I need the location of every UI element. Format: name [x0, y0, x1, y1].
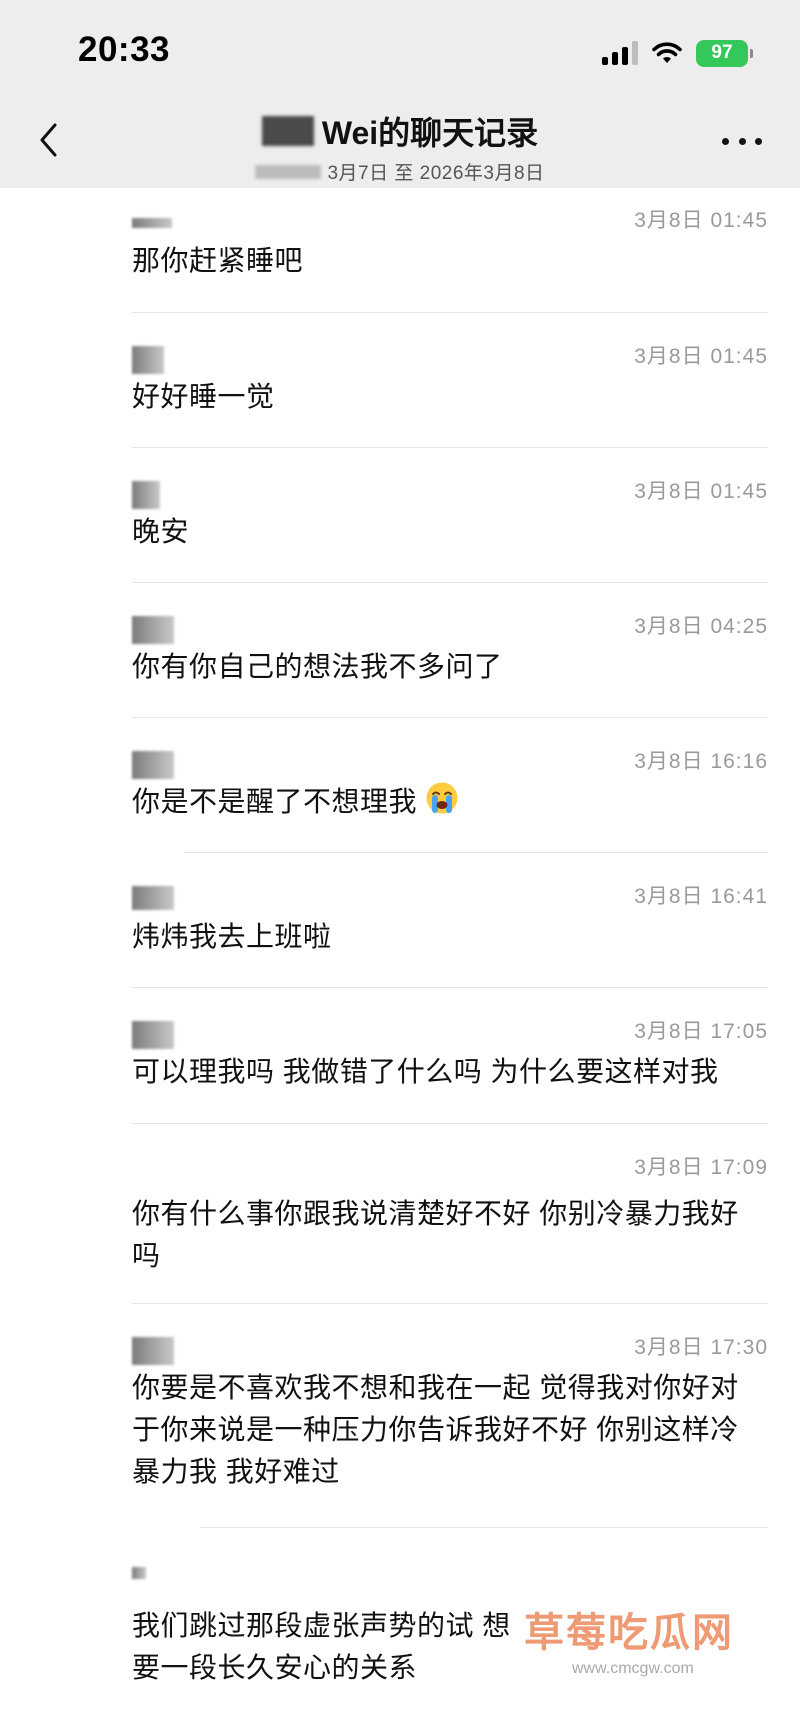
divider — [132, 987, 768, 988]
header: Wei的聊天记录 3月7日 至 2026年3月8日 — [0, 108, 800, 185]
divider — [132, 447, 768, 448]
message-text: 那你赶紧睡吧 — [132, 245, 304, 276]
watermark-name: 草莓吃瓜网 — [524, 1611, 734, 1655]
top-bar: 20:33 97 Wei的聊天记录 3月7日 至 2026年3月8日 — [0, 0, 800, 188]
avatar — [132, 1567, 146, 1579]
divider — [200, 1527, 768, 1528]
redacted-year — [255, 164, 322, 179]
avatar — [132, 481, 160, 509]
message-time: 3月8日 01:45 — [634, 480, 768, 503]
avatar — [132, 218, 172, 228]
message-time: 3月8日 01:45 — [634, 209, 768, 232]
message-time: 3月8日 04:25 — [634, 615, 768, 638]
redacted-name — [261, 116, 314, 146]
message-time: 3月8日 17:30 — [634, 1336, 768, 1359]
message-text: 我们跳过那段虚张声势的试 想要一段长久安心的关系 — [132, 1610, 511, 1683]
message-time: 3月8日 17:05 — [634, 1020, 768, 1043]
status-time: 20:33 — [78, 30, 171, 69]
wifi-icon — [652, 42, 682, 63]
more-dot — [738, 137, 746, 145]
avatar — [132, 886, 174, 910]
message-text: 你有你自己的想法我不多问了 — [132, 651, 503, 682]
avatar — [132, 751, 174, 779]
message-text: 你有什么事你跟我说清楚好不好 你别冷暴力我好吗 — [132, 1198, 739, 1271]
more-dot — [722, 137, 729, 145]
message-text: 可以理我吗 我做错了什么吗 为什么要这样对我 — [132, 1056, 719, 1087]
avatar — [132, 616, 174, 644]
watermark-url: www.cmcgw.com — [572, 1660, 694, 1677]
message-text: 晚安 — [132, 516, 190, 547]
message-time: 3月8日 17:09 — [634, 1156, 768, 1179]
loudly-crying-face-icon — [426, 782, 458, 814]
avatar — [132, 346, 164, 374]
more-dot — [755, 137, 762, 145]
cellular-signal-icon — [602, 41, 638, 65]
divider — [132, 312, 768, 313]
battery-icon: 97 — [696, 39, 753, 67]
avatar — [132, 1337, 174, 1365]
divider — [132, 717, 768, 718]
message-text: 炜炜我去上班啦 — [132, 921, 332, 952]
message-time: 3月8日 16:16 — [634, 750, 768, 773]
divider — [184, 852, 768, 853]
message-text: 好好睡一觉 — [132, 381, 275, 412]
message-time: 3月8日 01:45 — [634, 345, 768, 368]
battery-level: 97 — [711, 42, 733, 63]
status-icons: 97 — [602, 38, 753, 68]
more-button[interactable] — [722, 126, 762, 156]
divider — [132, 1303, 768, 1304]
divider — [132, 582, 768, 583]
message-text: 你要是不喜欢我不想和我在一起 觉得我对你好对于你来说是一种压力你告诉我好不好 你… — [132, 1372, 739, 1487]
watermark: 草莓吃瓜网 www.cmcgw.com — [502, 1600, 800, 1710]
date-range: 3月7日 至 2026年3月8日 — [327, 163, 545, 184]
page-title: Wei的聊天记录 — [321, 115, 539, 151]
avatar — [132, 1021, 174, 1049]
message-text: 你是不是醒了不想理我 — [132, 781, 772, 823]
message-time: 3月8日 16:41 — [634, 885, 768, 908]
divider — [132, 1123, 768, 1124]
message-text-content: 你是不是醒了不想理我 — [132, 786, 418, 817]
